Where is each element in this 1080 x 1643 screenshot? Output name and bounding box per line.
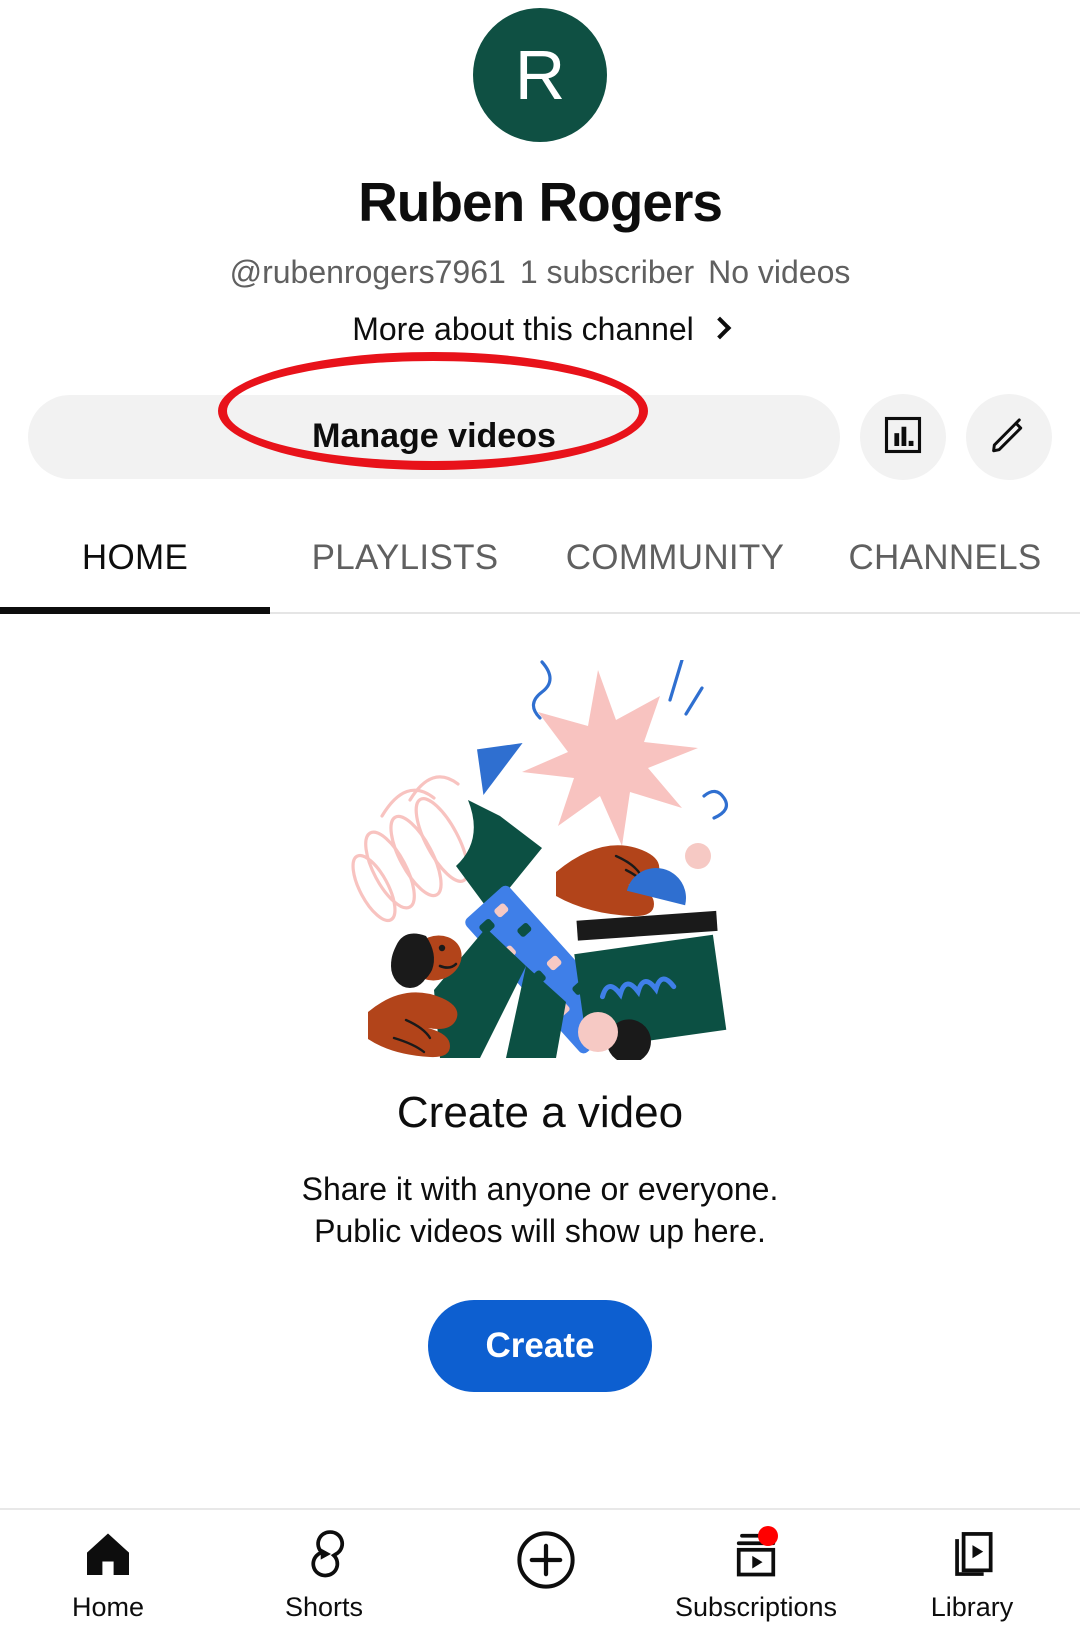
- plus-circle-icon: [512, 1526, 575, 1589]
- edit-channel-button[interactable]: [966, 393, 1052, 480]
- bottom-navigation-bar: Home Shorts Subscriptions Library: [0, 1508, 1080, 1643]
- nav-item-create[interactable]: [432, 1526, 648, 1592]
- nav-item-subscriptions[interactable]: Subscriptions: [648, 1526, 864, 1623]
- nav-item-shorts[interactable]: Shorts: [216, 1526, 432, 1623]
- channel-action-row: Manage videos: [0, 351, 1080, 480]
- empty-state-line-1: Share it with anyone or everyone.: [301, 1170, 779, 1207]
- nav-label-subscriptions: Subscriptions: [674, 1592, 838, 1622]
- shorts-icon: [296, 1526, 352, 1582]
- nav-label-home: Home: [71, 1592, 145, 1622]
- channel-meta: @rubenrogers7961 1 subscriber No videos: [230, 254, 851, 291]
- channel-header: R Ruben Rogers @rubenrogers7961 1 subscr…: [0, 0, 1080, 348]
- empty-state: Create a video Share it with anyone or e…: [0, 658, 1080, 1393]
- youtube-channel-screen: R Ruben Rogers @rubenrogers7961 1 subscr…: [0, 0, 1080, 1643]
- empty-state-description: Share it with anyone or everyone. Public…: [302, 1168, 779, 1252]
- empty-state-line-2: Public videos will show up here.: [314, 1212, 766, 1249]
- more-about-channel-link[interactable]: More about this channel: [352, 310, 732, 348]
- avatar-letter: R: [514, 36, 566, 114]
- page-title: Ruben Rogers: [358, 171, 723, 233]
- avatar[interactable]: R: [473, 8, 607, 142]
- channel-handle: @rubenrogers7961: [229, 253, 506, 290]
- subscriptions-icon: [728, 1526, 784, 1582]
- empty-state-title: Create a video: [396, 1087, 684, 1137]
- create-button[interactable]: Create: [427, 1300, 653, 1393]
- pencil-icon: [987, 413, 1031, 460]
- home-icon: [80, 1526, 136, 1582]
- nav-label-shorts: Shorts: [284, 1592, 364, 1622]
- chevron-right-icon: [708, 316, 732, 340]
- channel-tabs: HOME PLAYLISTS COMMUNITY CHANNELS: [0, 532, 1080, 614]
- more-about-label: More about this channel: [352, 310, 694, 347]
- tab-channels[interactable]: CHANNELS: [810, 532, 1080, 612]
- manage-videos-button[interactable]: Manage videos: [28, 394, 840, 479]
- tab-home[interactable]: HOME: [0, 532, 270, 614]
- video-count: No videos: [708, 253, 851, 290]
- library-icon: [944, 1526, 1000, 1582]
- bar-chart-icon: [881, 413, 925, 460]
- nav-item-library[interactable]: Library: [864, 1526, 1080, 1623]
- subscriber-count: 1 subscriber: [519, 253, 695, 290]
- nav-item-home[interactable]: Home: [0, 1526, 216, 1623]
- analytics-button[interactable]: [860, 393, 946, 480]
- tab-community[interactable]: COMMUNITY: [540, 532, 810, 612]
- notification-badge: [758, 1526, 778, 1546]
- tab-playlists[interactable]: PLAYLISTS: [270, 532, 540, 612]
- nav-label-library: Library: [930, 1592, 1014, 1622]
- create-video-illustration: [330, 658, 750, 1064]
